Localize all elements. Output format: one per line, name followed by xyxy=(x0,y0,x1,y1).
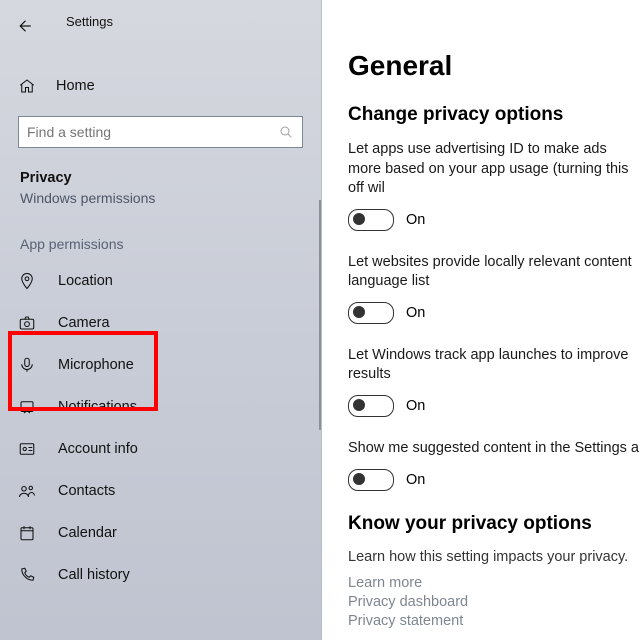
sidebar-item-contacts[interactable]: Contacts xyxy=(0,470,321,512)
nav-label: Camera xyxy=(58,315,110,331)
link-privacy-dashboard[interactable]: Privacy dashboard xyxy=(348,594,640,610)
nav-label: Notifications xyxy=(58,399,137,415)
settings-app: Settings Home Privacy Windows permission… xyxy=(0,0,640,640)
link-privacy-statement[interactable]: Privacy statement xyxy=(348,613,640,629)
home-label: Home xyxy=(56,78,95,94)
calendar-icon xyxy=(18,524,36,542)
nav-label: Contacts xyxy=(58,483,115,499)
search-box[interactable] xyxy=(18,116,303,148)
page-title: General xyxy=(348,50,640,82)
toggle-state: On xyxy=(406,305,425,321)
search-wrap xyxy=(18,116,303,148)
nav-label: Calendar xyxy=(58,525,117,541)
account-info-icon xyxy=(18,440,36,458)
sidebar-item-location[interactable]: Location xyxy=(0,260,321,302)
arrow-left-icon xyxy=(15,17,33,35)
section-sub-winperm[interactable]: Windows permissions xyxy=(20,190,321,206)
sidebar-item-call-history[interactable]: Call history xyxy=(0,554,321,596)
sidebar-item-account-info[interactable]: Account info xyxy=(0,428,321,470)
option-app-launches: Let Windows track app launches to improv… xyxy=(348,346,640,417)
know-subtitle: Learn how this setting impacts your priv… xyxy=(348,549,640,565)
option-desc: Let apps use advertising ID to make ads … xyxy=(348,140,640,199)
sidebar-item-microphone[interactable]: Microphone xyxy=(0,344,321,386)
toggle-app-launches[interactable] xyxy=(348,395,394,417)
sidebar-item-calendar[interactable]: Calendar xyxy=(0,512,321,554)
option-advertising-id: Let apps use advertising ID to make ads … xyxy=(348,140,640,231)
contacts-icon xyxy=(18,482,36,500)
nav-label: Location xyxy=(58,273,113,289)
app-title: Settings xyxy=(66,14,113,29)
sidebar-scroll-indicator[interactable] xyxy=(319,200,321,430)
section-title-change: Change privacy options xyxy=(348,104,640,126)
link-learn-more[interactable]: Learn more xyxy=(348,575,640,591)
option-desc: Let Windows track app launches to improv… xyxy=(348,346,640,385)
camera-icon xyxy=(18,314,36,332)
toggle-language-list[interactable] xyxy=(348,302,394,324)
search-icon xyxy=(278,124,294,140)
notifications-icon xyxy=(18,398,36,416)
toggle-advertising-id[interactable] xyxy=(348,209,394,231)
nav-label: Microphone xyxy=(58,357,134,373)
back-button[interactable] xyxy=(6,8,42,44)
section-head-privacy: Privacy xyxy=(20,170,321,186)
toggle-suggested-content[interactable] xyxy=(348,469,394,491)
nav-label: Call history xyxy=(58,567,130,583)
toggle-state: On xyxy=(406,212,425,228)
sidebar: Settings Home Privacy Windows permission… xyxy=(0,0,322,640)
call-history-icon xyxy=(18,566,36,584)
group-label-app-permissions: App permissions xyxy=(20,236,321,252)
nav-list: Location Camera Microphone Notifications xyxy=(0,260,321,596)
location-icon xyxy=(18,272,36,290)
sidebar-item-camera[interactable]: Camera xyxy=(0,302,321,344)
microphone-icon xyxy=(18,356,36,374)
sidebar-item-home[interactable]: Home xyxy=(0,66,321,106)
search-input[interactable] xyxy=(19,117,282,147)
option-language-list: Let websites provide locally relevant co… xyxy=(348,253,640,324)
content-pane: General Change privacy options Let apps … xyxy=(322,0,640,640)
sidebar-item-notifications[interactable]: Notifications xyxy=(0,386,321,428)
nav-label: Account info xyxy=(58,441,138,457)
option-desc: Show me suggested content in the Setting… xyxy=(348,439,640,459)
section-title-know: Know your privacy options xyxy=(348,513,640,535)
toggle-state: On xyxy=(406,398,425,414)
option-desc: Let websites provide locally relevant co… xyxy=(348,253,640,292)
toggle-state: On xyxy=(406,472,425,488)
home-icon xyxy=(18,77,36,95)
option-suggested-content: Show me suggested content in the Setting… xyxy=(348,439,640,491)
